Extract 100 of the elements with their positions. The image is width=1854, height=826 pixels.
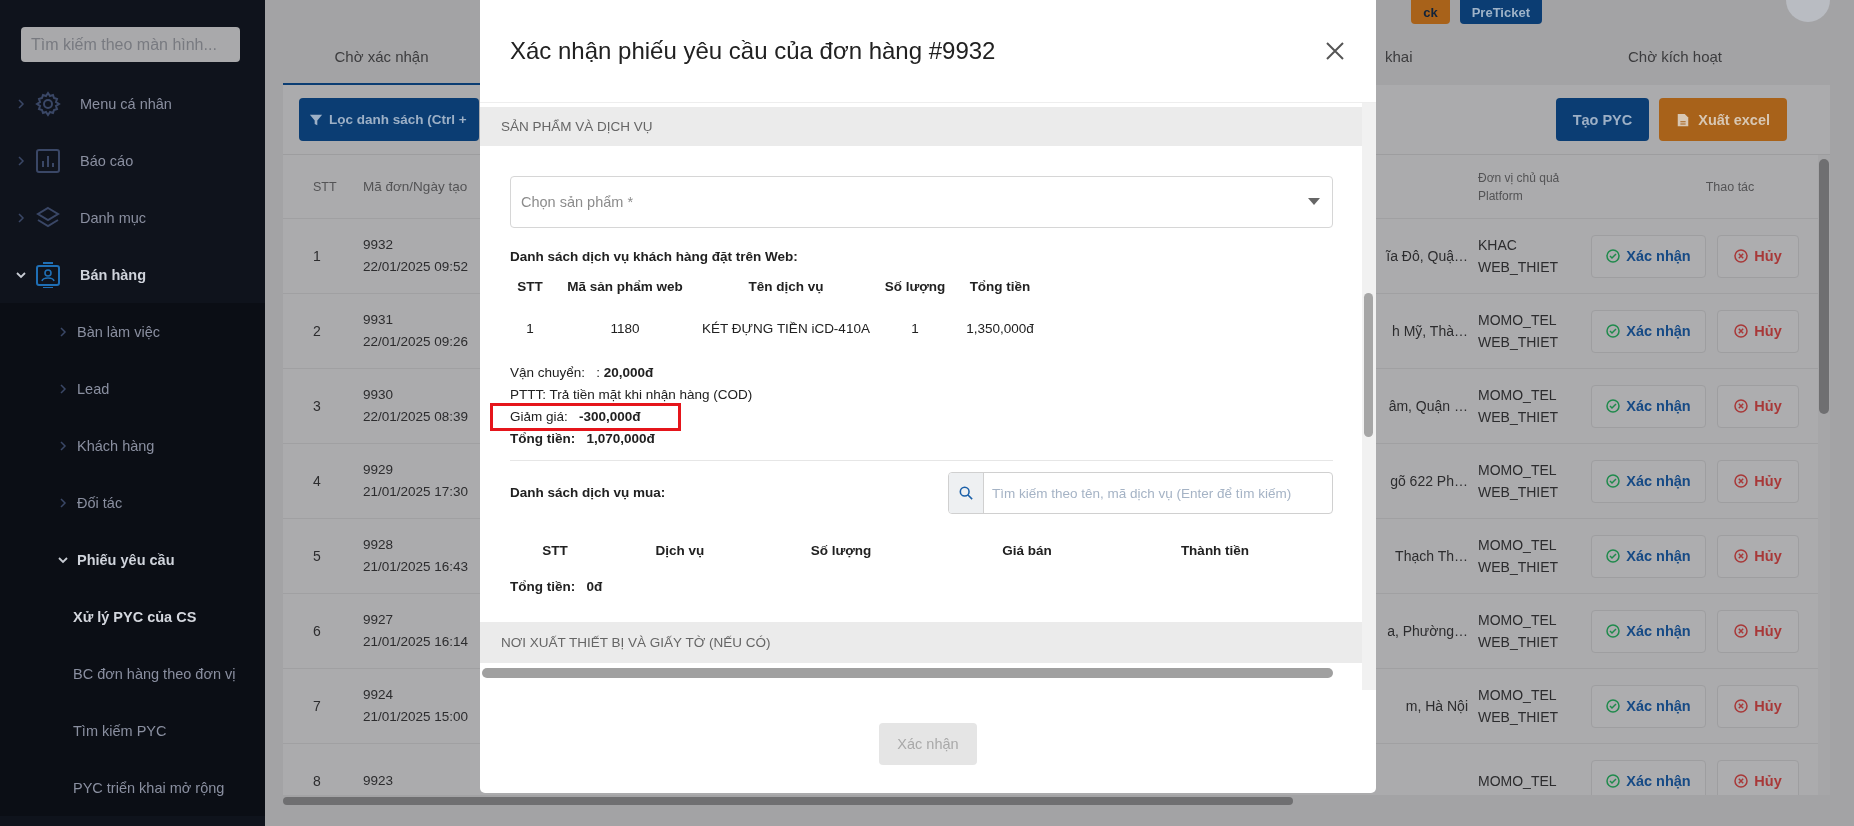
table-cell-text: 22/01/2025 09:52 [363, 258, 470, 276]
column-header: Đơn vị chủ quả [1478, 169, 1561, 187]
dialog-title: Xác nhận phiếu yêu cầu của đơn hàng #9932 [510, 37, 997, 65]
cancel-button[interactable]: Hủy [1717, 684, 1799, 728]
summary-text: PTTT: Trả tiền mặt khi nhận hàng (COD) [510, 386, 753, 404]
search-button[interactable] [949, 473, 984, 513]
cancel-button[interactable]: Hủy [1717, 609, 1799, 653]
column-header: Tổng tiền [968, 277, 1032, 296]
scrollbar[interactable] [283, 797, 1293, 805]
search-icon [959, 486, 973, 500]
chevron-right-icon [15, 154, 27, 167]
table-cell-text: 3 [313, 397, 322, 416]
table-cell-text: ĩa Đô, Quậ… [1386, 247, 1468, 266]
filter-icon [309, 112, 323, 127]
scrollbar[interactable] [1362, 103, 1376, 690]
tab[interactable]: Chờ kích hoạt [1520, 30, 1830, 85]
check-circle-icon [1606, 324, 1621, 338]
column-header: Thành tiền [1179, 541, 1251, 560]
check-circle-icon [1606, 399, 1621, 413]
confirm-button[interactable]: Xác nhận [1591, 459, 1706, 503]
cancel-button[interactable]: Hủy [1717, 309, 1799, 353]
table-cell-text: h Mỹ, Thà… [1392, 322, 1468, 341]
summary-text: Tổng tiền: 1,070,000đ [510, 430, 655, 448]
confirm-button[interactable]: Xác nhận [1591, 309, 1706, 353]
confirm-button[interactable]: Xác nhận [1591, 759, 1706, 795]
table-cell-text: 1 [313, 247, 322, 266]
sidebar-item[interactable]: Lead [0, 360, 265, 417]
sidebar-item[interactable]: Danh mục [0, 189, 265, 246]
x-circle-icon [1734, 249, 1749, 263]
bar-chart-icon [35, 147, 61, 174]
check-circle-icon [1606, 249, 1621, 263]
confirm-button[interactable]: Xác nhận [1591, 384, 1706, 428]
summary-text: Vận chuyển: : 20,000đ [510, 364, 654, 382]
sidebar-item[interactable]: Menu cá nhân [0, 75, 265, 132]
confirm-button[interactable]: Xác nhận [1591, 609, 1706, 653]
table-cell-text: 7 [313, 697, 322, 716]
table-cell-text: 2 [313, 322, 322, 341]
chevron-right-icon [57, 382, 69, 395]
cancel-button[interactable]: Hủy [1717, 234, 1799, 278]
column-header: Tên dịch vụ [747, 277, 825, 296]
table-cell-text: MOMO_TEL [1478, 461, 1558, 480]
toolbar-button[interactable]: Tạo PYC [1555, 98, 1650, 141]
table-cell-text: MOMO_TEL [1478, 686, 1558, 705]
sidebar-item[interactable]: Báo cáo [0, 132, 265, 189]
x-circle-icon [1734, 774, 1749, 788]
sidebar-item[interactable]: Tìm kiếm PYC [0, 702, 265, 759]
confirm-button[interactable]: Xác nhận [1591, 684, 1706, 728]
section-header: SẢN PHẨM VÀ DỊCH VỤ [480, 107, 1362, 146]
chevron-right-icon [15, 211, 27, 224]
column-header: STT [541, 541, 569, 560]
sidebar-item[interactable]: Bán hàng [0, 246, 265, 303]
tab[interactable]: khai [1303, 30, 1503, 85]
cancel-button[interactable]: Hủy [1717, 534, 1799, 578]
table-cell-text: 21/01/2025 15:00 [363, 708, 470, 726]
table-cell-text: WEB_THIET [1478, 483, 1560, 502]
column-header: Thao tác [1705, 178, 1755, 196]
table-cell-text: WEB_THIET [1478, 408, 1560, 427]
close-icon[interactable] [1326, 42, 1344, 60]
sidebar-item[interactable]: PYC triển khai mở rộng [0, 759, 265, 816]
chevron-right-icon [57, 439, 69, 452]
table-cell-text: 9928 [363, 536, 395, 554]
filter-button[interactable]: Lọc danh sách (Ctrl + [299, 98, 479, 141]
table-cell-text: 21/01/2025 16:43 [363, 558, 470, 576]
x-circle-icon [1734, 324, 1749, 338]
x-circle-icon [1734, 399, 1749, 413]
table-cell-text: 1,350,000đ [965, 319, 1035, 338]
header-button[interactable]: ck [1411, 0, 1450, 24]
cancel-button[interactable]: Hủy [1717, 759, 1799, 795]
cancel-button[interactable]: Hủy [1717, 459, 1799, 503]
table-cell-text: 22/01/2025 08:39 [363, 408, 470, 426]
highlighted-text: Giảm giá: -300,000đ [490, 403, 681, 431]
chevron-right-icon [57, 325, 69, 338]
toolbar-button[interactable]: Xuất excel [1659, 98, 1787, 141]
header-button[interactable]: PreTicket [1459, 0, 1542, 24]
confirm-button[interactable]: Xác nhận [1591, 534, 1706, 578]
sidebar-item[interactable]: Xử lý PYC của CS [0, 588, 265, 645]
table-cell-text: MOMO_TEL [1478, 386, 1558, 405]
sidebar-item[interactable]: Đối tác [0, 474, 265, 531]
column-header: Dịch vụ [654, 541, 706, 560]
table-cell-text: 1180 [609, 319, 641, 338]
table-cell-text: gõ 622 Ph… [1390, 472, 1468, 491]
sidebar-item[interactable]: BC đơn hàng theo đơn vị [0, 645, 265, 702]
confirm-button[interactable]: Xác nhận [1591, 234, 1706, 278]
chevron-right-icon [15, 97, 27, 110]
x-circle-icon [1734, 624, 1749, 638]
table-cell-text: 9923 [363, 772, 395, 790]
chevron-right-icon [57, 496, 69, 509]
cancel-button[interactable]: Hủy [1717, 384, 1799, 428]
table-cell-text: 4 [313, 472, 322, 491]
check-circle-icon [1606, 624, 1621, 638]
x-circle-icon [1734, 549, 1749, 563]
column-header: STT [516, 277, 544, 296]
sidebar-item[interactable]: Bàn làm việc [0, 303, 265, 360]
table-cell-text: KÉT ĐỰNG TIỀN iCD-410A [701, 319, 871, 338]
table-cell-text: MOMO_TEL [1478, 611, 1558, 630]
table-cell-text: 9932 [363, 236, 395, 254]
sidebar-item[interactable]: Phiếu yêu cầu [0, 531, 265, 588]
table-cell-text: 1 [910, 319, 920, 338]
scrollbar[interactable] [482, 668, 1333, 678]
sidebar-item[interactable]: Khách hàng [0, 417, 265, 474]
